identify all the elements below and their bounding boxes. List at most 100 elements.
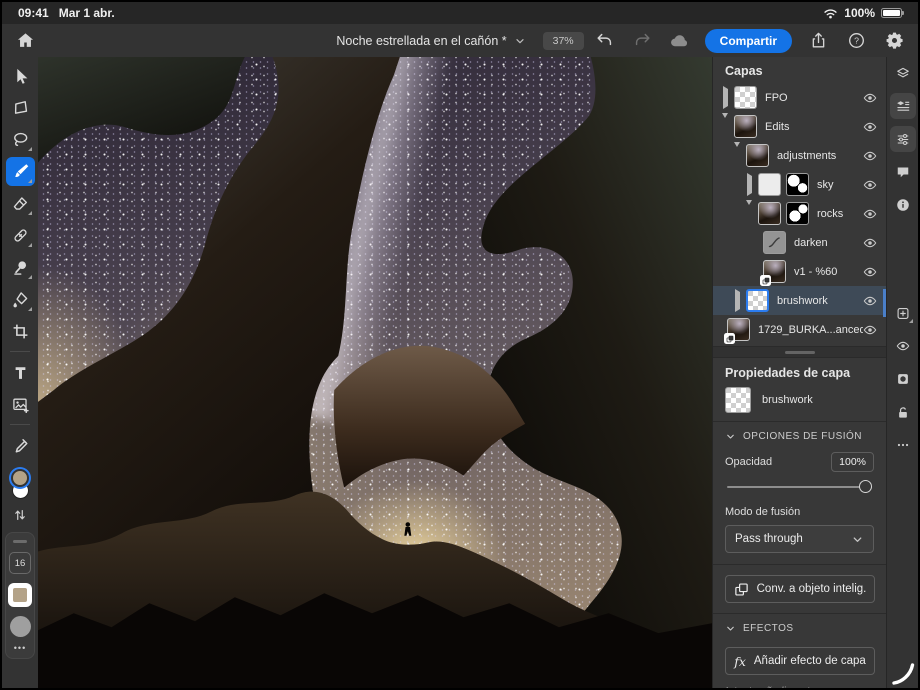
layer-row-v1[interactable]: v1 - %60	[713, 257, 886, 286]
layer-row-edits[interactable]: Edits	[713, 112, 886, 141]
layer-properties-button[interactable]	[890, 126, 916, 152]
collapse-arrow[interactable]	[745, 205, 754, 223]
smart-object-icon	[734, 582, 749, 597]
dock-drag-handle[interactable]	[13, 540, 27, 543]
swap-colors-icon	[13, 508, 27, 522]
layer-visibility-button[interactable]	[863, 236, 877, 250]
clock: 09:41	[18, 6, 49, 20]
zoom-level-badge[interactable]: 37%	[543, 32, 584, 50]
layer-visibility-button[interactable]	[863, 323, 877, 337]
layer-thumbnail[interactable]	[734, 115, 757, 138]
comments-button[interactable]	[890, 159, 916, 185]
redo-button[interactable]	[631, 29, 654, 52]
layer-row-brushwork[interactable]: brushwork	[713, 286, 886, 315]
layer-thumbnail[interactable]	[746, 144, 769, 167]
foreground-color-swatch[interactable]	[11, 469, 29, 487]
brush-preview[interactable]	[10, 616, 31, 637]
brush-tool-icon	[12, 163, 29, 180]
blend-options-section-header[interactable]: OPCIONES DE FUSIÓN	[713, 422, 886, 445]
document-info-button[interactable]	[890, 192, 916, 218]
layer-visibility-button[interactable]	[863, 149, 877, 163]
add-layer-effect-button[interactable]: fx Añadir efecto de capa	[725, 647, 875, 675]
layer-visibility-button[interactable]	[863, 91, 877, 105]
chevron-down-icon[interactable]	[514, 35, 526, 47]
eye-icon	[863, 323, 877, 337]
add-mask-button[interactable]	[890, 366, 916, 392]
layers-list-icon	[896, 98, 910, 115]
layer-visibility-button[interactable]	[863, 265, 877, 279]
layer-more-options-button[interactable]	[890, 432, 916, 458]
layer-row-adjustments[interactable]: adjustments	[713, 141, 886, 170]
convert-smart-object-button[interactable]: Conv. a objeto intelig.	[725, 575, 875, 603]
layers-detail-view-button[interactable]	[890, 93, 916, 119]
expand-arrow[interactable]	[745, 176, 754, 194]
eye-icon	[896, 338, 910, 354]
type-tool[interactable]	[6, 358, 35, 387]
layer-row-darken[interactable]: darken	[713, 228, 886, 257]
layer-thumbnail[interactable]	[758, 202, 781, 225]
layers-compact-view-button[interactable]	[890, 60, 916, 86]
collapse-arrow[interactable]	[721, 118, 730, 136]
eyedropper-tool[interactable]	[6, 431, 35, 460]
expand-arrow[interactable]	[721, 89, 730, 107]
layer-row-rocks[interactable]: rocks	[713, 199, 886, 228]
transform-tool[interactable]	[6, 93, 35, 122]
healing-brush-tool[interactable]	[6, 221, 35, 250]
layer-visibility-button[interactable]	[863, 207, 877, 221]
eraser-tool-icon	[12, 195, 29, 212]
move-tool[interactable]	[6, 61, 35, 90]
undo-icon	[595, 31, 614, 50]
eraser-tool[interactable]	[6, 189, 35, 218]
brush-more-options-button[interactable]: •••	[14, 643, 26, 653]
opacity-slider-knob[interactable]	[859, 480, 872, 493]
adjustment-layer-thumbnail[interactable]	[763, 231, 786, 254]
clone-stamp-tool[interactable]	[6, 253, 35, 282]
crop-tool[interactable]	[6, 317, 35, 346]
layer-thumbnail[interactable]	[763, 260, 786, 283]
brush-size-field[interactable]: 16	[9, 552, 31, 574]
layer-row-fpo[interactable]: FPO	[713, 83, 886, 112]
eye-icon	[863, 265, 877, 279]
layer-row-sky[interactable]: sky	[713, 170, 886, 199]
home-button[interactable]	[14, 29, 37, 52]
layer-visibility-button[interactable]	[863, 294, 877, 308]
add-layer-button[interactable]	[890, 300, 916, 326]
toolbar-divider	[10, 424, 30, 425]
layer-row-1729[interactable]: 1729_BURKA...anced-NR33	[713, 315, 886, 344]
swap-colors-button[interactable]	[13, 508, 27, 522]
brush-color-swatch[interactable]	[8, 583, 32, 607]
settings-button[interactable]	[883, 29, 906, 52]
document-title[interactable]: Noche estrellada en el cañón *	[336, 34, 506, 48]
collapse-arrow[interactable]	[733, 147, 742, 165]
expand-arrow[interactable]	[733, 292, 742, 310]
layer-visibility-toggle-button[interactable]	[890, 333, 916, 359]
layer-thumbnail[interactable]	[727, 318, 750, 341]
help-button[interactable]	[845, 29, 868, 52]
panel-splitter-handle[interactable]	[785, 351, 815, 354]
layer-mask-thumbnail[interactable]	[786, 202, 809, 225]
transform-tool-icon	[12, 99, 29, 116]
layer-thumbnail[interactable]	[758, 173, 781, 196]
fill-tool[interactable]	[6, 285, 35, 314]
opacity-slider[interactable]	[727, 480, 872, 494]
share-button[interactable]: Compartir	[705, 29, 792, 53]
opacity-value-field[interactable]: 100%	[831, 452, 874, 472]
layer-thumbnail[interactable]	[734, 86, 757, 109]
effects-section-header[interactable]: EFECTOS	[713, 614, 886, 637]
undo-button[interactable]	[593, 29, 616, 52]
eye-icon	[863, 149, 877, 163]
blend-mode-dropdown[interactable]: Pass through	[725, 525, 874, 553]
layer-visibility-button[interactable]	[863, 178, 877, 192]
panel-splitter[interactable]	[713, 346, 886, 358]
layer-visibility-button[interactable]	[863, 120, 877, 134]
lasso-tool[interactable]	[6, 125, 35, 154]
export-button[interactable]	[807, 29, 830, 52]
brush-tool[interactable]	[6, 157, 35, 186]
home-icon	[16, 31, 35, 50]
layer-thumbnail-selected[interactable]	[746, 289, 769, 312]
lock-layer-button[interactable]	[890, 399, 916, 425]
place-image-tool[interactable]	[6, 390, 35, 419]
canyon-rocks	[38, 57, 712, 690]
document-canvas[interactable]	[38, 57, 712, 690]
layer-mask-thumbnail[interactable]	[786, 173, 809, 196]
